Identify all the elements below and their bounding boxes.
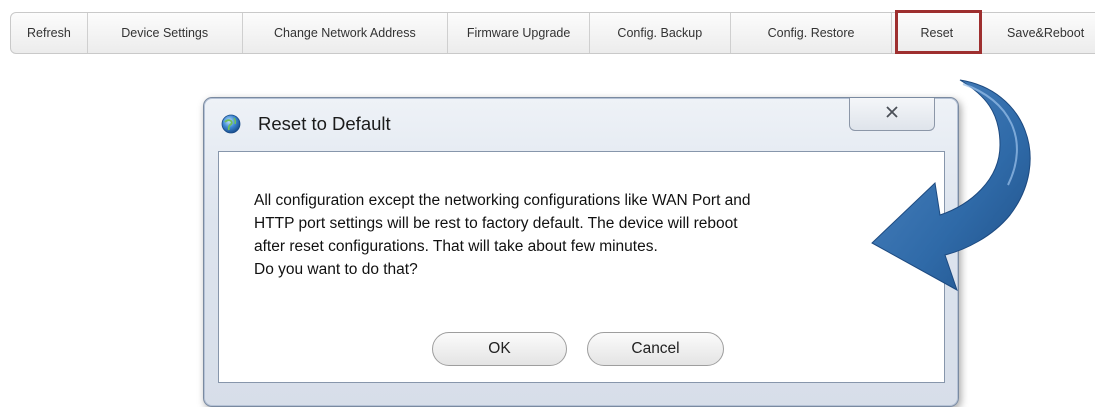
message-line: All configuration except the networking … (254, 192, 751, 209)
config-backup-button[interactable]: Config. Backup (590, 13, 731, 53)
device-settings-button[interactable]: Device Settings (88, 13, 243, 53)
dialog-message: All configuration except the networking … (254, 189, 924, 281)
change-network-address-button[interactable]: Change Network Address (243, 13, 449, 53)
save-reboot-button[interactable]: Save&Reboot (982, 13, 1095, 53)
cancel-button[interactable]: Cancel (587, 332, 724, 366)
ok-button[interactable]: OK (432, 332, 567, 366)
message-line: HTTP port settings will be rest to facto… (254, 215, 738, 232)
firmware-upgrade-button[interactable]: Firmware Upgrade (448, 13, 590, 53)
toolbar: Refresh Device Settings Change Network A… (10, 12, 1095, 54)
globe-icon (221, 114, 241, 134)
dialog-title: Reset to Default (258, 113, 391, 134)
reset-button[interactable]: Reset (892, 13, 983, 53)
reset-dialog: Reset to Default All configuration excep… (203, 97, 959, 407)
message-line: after reset configurations. That will ta… (254, 238, 658, 255)
dialog-body: All configuration except the networking … (218, 151, 945, 383)
dialog-close-button[interactable] (849, 98, 935, 131)
message-line: Do you want to do that? (254, 261, 418, 278)
close-icon (885, 105, 899, 123)
config-restore-button[interactable]: Config. Restore (731, 13, 893, 53)
refresh-button[interactable]: Refresh (11, 13, 88, 53)
